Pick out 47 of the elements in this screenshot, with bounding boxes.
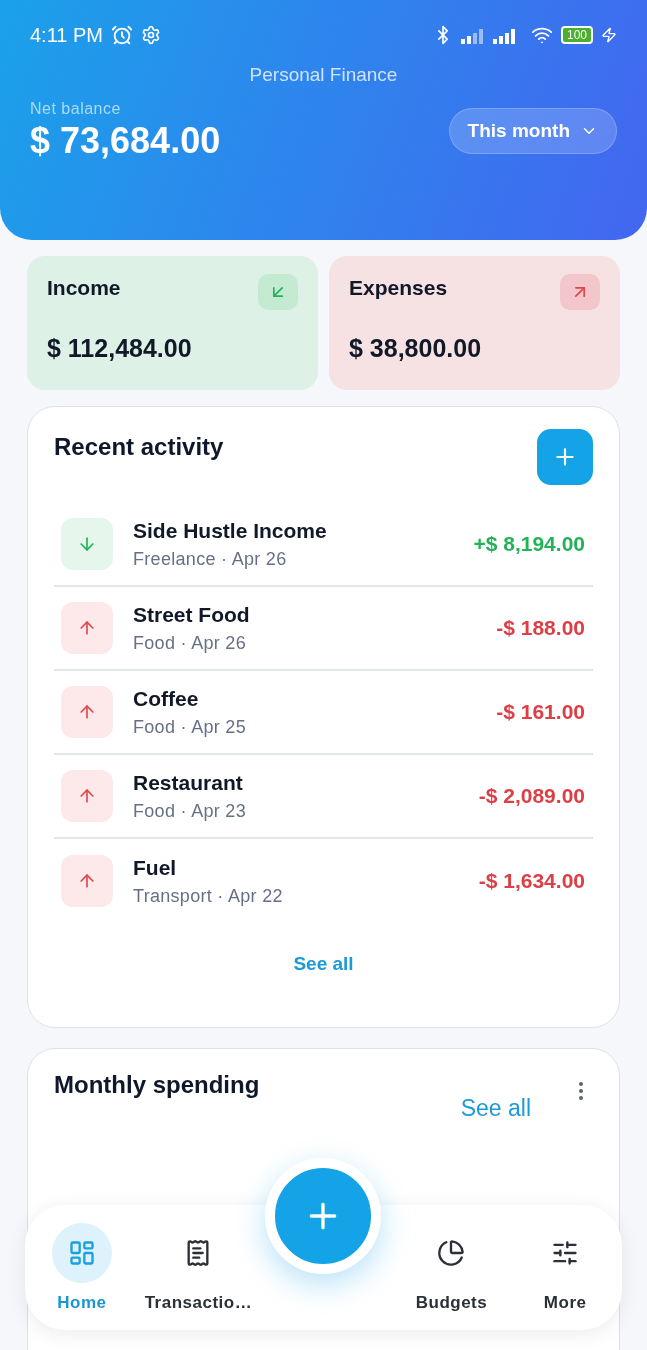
arrow-down-icon [61, 518, 113, 570]
nav-tab[interactable]: Home [25, 1221, 139, 1314]
arrow-up-icon [61, 770, 113, 822]
transaction-meta: Transport · Apr 22 [133, 885, 284, 907]
nav-tab[interactable]: More [508, 1221, 622, 1314]
pie-chart-icon [437, 1238, 466, 1267]
transaction-name: Fuel [133, 855, 178, 880]
balance-amount: $ 73,684.00 [30, 120, 221, 162]
card-title: Monthly spending [54, 1071, 260, 1099]
arrow-up-right-icon [560, 274, 600, 310]
summary-label: Income [47, 276, 121, 300]
see-all-link[interactable]: See all [293, 953, 354, 975]
transaction-name: Side Hustle Income [133, 518, 328, 543]
arrow-up-icon [61, 855, 113, 907]
transaction-meta: Food · Apr 23 [133, 800, 247, 822]
see-all-link[interactable]: See all [460, 1095, 531, 1122]
dashboard-icon [67, 1238, 96, 1267]
transaction-amount: -$ 188.00 [496, 616, 585, 640]
app-title: Personal Finance [248, 64, 399, 86]
battery-level: 100 [560, 26, 593, 44]
transaction-meta: Food · Apr 26 [133, 632, 247, 654]
settings-icon [141, 25, 161, 45]
sliders-icon [551, 1238, 580, 1267]
balance-label: Net balance [30, 100, 122, 118]
nav-tab[interactable]: Transactio… [138, 1221, 259, 1314]
nav-tab[interactable]: Budgets [394, 1221, 509, 1314]
transaction-meta: Food · Apr 25 [133, 716, 247, 738]
transaction-amount: -$ 2,089.00 [478, 784, 585, 808]
arrow-up-icon [61, 686, 113, 738]
summary-amount: $ 112,484.00 [47, 334, 193, 363]
summary-label: Expenses [349, 276, 448, 300]
transaction-name: Coffee [133, 686, 200, 711]
summary-amount: $ 38,800.00 [349, 334, 483, 363]
add-button[interactable] [537, 429, 593, 485]
alarm-icon [111, 24, 133, 46]
transaction-name: Restaurant [133, 770, 244, 795]
arrow-up-icon [61, 602, 113, 654]
transaction-name: Street Food [133, 602, 251, 627]
charging-icon [601, 27, 617, 43]
transaction-amount: +$ 8,194.00 [473, 532, 585, 556]
card-title: Recent activity [54, 433, 224, 461]
arrow-down-left-icon [258, 274, 298, 310]
period-dropdown[interactable]: This month [448, 108, 617, 154]
transaction-meta: Freelance · Apr 26 [133, 548, 288, 570]
status-time: 4:11 PM [30, 23, 103, 47]
transaction-amount: -$ 1,634.00 [478, 869, 585, 893]
transaction-amount: -$ 161.00 [496, 700, 585, 724]
